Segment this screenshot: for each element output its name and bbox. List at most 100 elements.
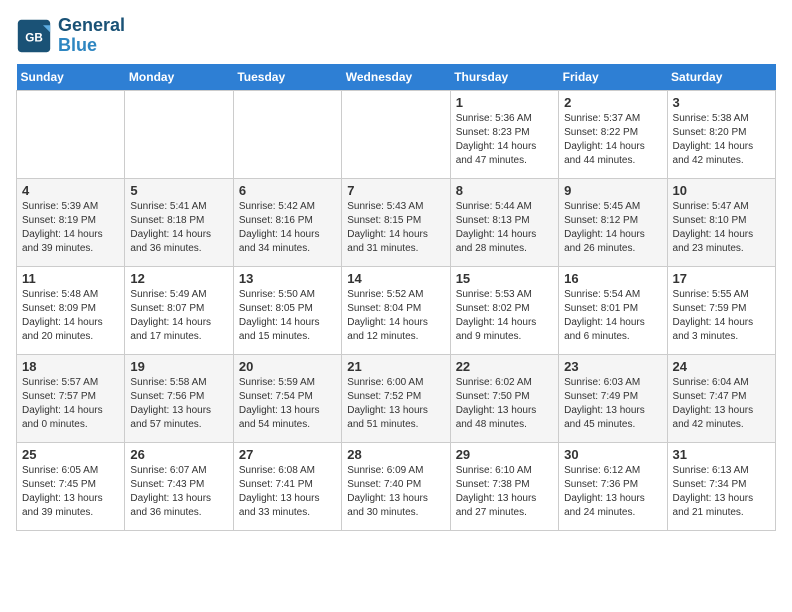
day-info: Sunrise: 5:47 AM Sunset: 8:10 PM Dayligh… bbox=[673, 200, 770, 256]
calendar-cell: 25Sunrise: 6:05 AM Sunset: 7:45 PM Dayli… bbox=[17, 442, 125, 530]
day-number: 1 bbox=[456, 95, 553, 110]
day-info: Sunrise: 6:02 AM Sunset: 7:50 PM Dayligh… bbox=[456, 376, 553, 432]
day-info: Sunrise: 5:53 AM Sunset: 8:02 PM Dayligh… bbox=[456, 288, 553, 344]
day-number: 19 bbox=[130, 359, 227, 374]
day-number: 11 bbox=[22, 271, 119, 286]
calendar-cell: 21 Sunrise: 6:00 AM Sunset: 7:52 PM Dayli… bbox=[342, 354, 450, 442]
day-number: 20 bbox=[239, 359, 336, 374]
day-number: 18 bbox=[22, 359, 119, 374]
calendar-cell: 23 Sunrise: 6:03 AM Sunset: 7:49 PM Dayli… bbox=[559, 354, 667, 442]
svg-text:GB: GB bbox=[25, 31, 43, 44]
day-header-thursday: Thursday bbox=[450, 64, 558, 91]
day-info: Sunrise: 6:04 AM Sunset: 7:47 PM Dayligh… bbox=[673, 376, 770, 432]
logo-icon: GB bbox=[16, 18, 52, 54]
day-number: 7 bbox=[347, 183, 444, 198]
day-info: Sunrise: 5:44 AM Sunset: 8:13 PM Dayligh… bbox=[456, 200, 553, 256]
day-number: 31 bbox=[673, 447, 770, 462]
calendar-cell bbox=[17, 90, 125, 178]
calendar-cell: 24 Sunrise: 6:04 AM Sunset: 7:47 PM Dayli… bbox=[667, 354, 775, 442]
day-number: 6 bbox=[239, 183, 336, 198]
calendar-header-row: SundayMondayTuesdayWednesdayThursdayFrid… bbox=[17, 64, 776, 91]
calendar-cell: 6 Sunrise: 5:42 AM Sunset: 8:16 PM Daylig… bbox=[233, 178, 341, 266]
day-info: Sunrise: 5:50 AM Sunset: 8:05 PM Dayligh… bbox=[239, 288, 336, 344]
day-header-saturday: Saturday bbox=[667, 64, 775, 91]
day-info: Sunrise: 5:39 AM Sunset: 8:19 PM Dayligh… bbox=[22, 200, 119, 256]
week-row-3: 11 Sunrise: 5:48 AM Sunset: 8:09 PM Dayli… bbox=[17, 266, 776, 354]
day-number: 2 bbox=[564, 95, 661, 110]
calendar-cell: 17 Sunrise: 5:55 AM Sunset: 7:59 PM Dayli… bbox=[667, 266, 775, 354]
calendar-cell: 8 Sunrise: 5:44 AM Sunset: 8:13 PM Daylig… bbox=[450, 178, 558, 266]
calendar-cell bbox=[233, 90, 341, 178]
day-number: 30 bbox=[564, 447, 661, 462]
calendar-cell: 31 Sunrise: 6:13 AM Sunset: 7:34 PM Dayli… bbox=[667, 442, 775, 530]
calendar-cell bbox=[125, 90, 233, 178]
day-number: 21 bbox=[347, 359, 444, 374]
calendar-cell: 29 Sunrise: 6:10 AM Sunset: 7:38 PM Dayli… bbox=[450, 442, 558, 530]
day-info: Sunrise: 5:41 AM Sunset: 8:18 PM Dayligh… bbox=[130, 200, 227, 256]
day-header-tuesday: Tuesday bbox=[233, 64, 341, 91]
calendar-cell: 12Sunrise: 5:49 AM Sunset: 8:07 PM Dayli… bbox=[125, 266, 233, 354]
logo: GB General Blue bbox=[16, 16, 125, 56]
day-info: Sunrise: 5:37 AM Sunset: 8:22 PM Dayligh… bbox=[564, 112, 661, 168]
calendar-cell: 28 Sunrise: 6:09 AM Sunset: 7:40 PM Dayli… bbox=[342, 442, 450, 530]
calendar-cell: 15 Sunrise: 5:53 AM Sunset: 8:02 PM Dayli… bbox=[450, 266, 558, 354]
logo-text: General Blue bbox=[58, 16, 125, 56]
day-info: Sunrise: 5:48 AM Sunset: 8:09 PM Dayligh… bbox=[22, 288, 119, 344]
calendar-cell: 16 Sunrise: 5:54 AM Sunset: 8:01 PM Dayli… bbox=[559, 266, 667, 354]
day-info: Sunrise: 5:55 AM Sunset: 7:59 PM Dayligh… bbox=[673, 288, 770, 344]
day-number: 14 bbox=[347, 271, 444, 286]
calendar-cell: 10Sunrise: 5:47 AM Sunset: 8:10 PM Dayli… bbox=[667, 178, 775, 266]
calendar: SundayMondayTuesdayWednesdayThursdayFrid… bbox=[16, 64, 776, 531]
day-info: Sunrise: 5:54 AM Sunset: 8:01 PM Dayligh… bbox=[564, 288, 661, 344]
calendar-cell: 11 Sunrise: 5:48 AM Sunset: 8:09 PM Dayli… bbox=[17, 266, 125, 354]
day-number: 28 bbox=[347, 447, 444, 462]
day-info: Sunrise: 6:09 AM Sunset: 7:40 PM Dayligh… bbox=[347, 464, 444, 520]
day-header-friday: Friday bbox=[559, 64, 667, 91]
day-info: Sunrise: 5:38 AM Sunset: 8:20 PM Dayligh… bbox=[673, 112, 770, 168]
week-row-5: 25Sunrise: 6:05 AM Sunset: 7:45 PM Dayli… bbox=[17, 442, 776, 530]
day-info: Sunrise: 6:08 AM Sunset: 7:41 PM Dayligh… bbox=[239, 464, 336, 520]
day-info: Sunrise: 5:52 AM Sunset: 8:04 PM Dayligh… bbox=[347, 288, 444, 344]
day-info: Sunrise: 6:13 AM Sunset: 7:34 PM Dayligh… bbox=[673, 464, 770, 520]
calendar-cell: 4 Sunrise: 5:39 AM Sunset: 8:19 PM Daylig… bbox=[17, 178, 125, 266]
calendar-cell bbox=[342, 90, 450, 178]
day-number: 16 bbox=[564, 271, 661, 286]
day-number: 4 bbox=[22, 183, 119, 198]
day-number: 29 bbox=[456, 447, 553, 462]
calendar-cell: 7 Sunrise: 5:43 AM Sunset: 8:15 PM Daylig… bbox=[342, 178, 450, 266]
day-info: Sunrise: 5:57 AM Sunset: 7:57 PM Dayligh… bbox=[22, 376, 119, 432]
calendar-cell: 3 Sunrise: 5:38 AM Sunset: 8:20 PM Daylig… bbox=[667, 90, 775, 178]
calendar-cell: 2 Sunrise: 5:37 AM Sunset: 8:22 PM Daylig… bbox=[559, 90, 667, 178]
day-info: Sunrise: 5:59 AM Sunset: 7:54 PM Dayligh… bbox=[239, 376, 336, 432]
day-info: Sunrise: 6:03 AM Sunset: 7:49 PM Dayligh… bbox=[564, 376, 661, 432]
day-number: 26 bbox=[130, 447, 227, 462]
day-number: 5 bbox=[130, 183, 227, 198]
day-number: 24 bbox=[673, 359, 770, 374]
day-info: Sunrise: 5:43 AM Sunset: 8:15 PM Dayligh… bbox=[347, 200, 444, 256]
day-number: 25 bbox=[22, 447, 119, 462]
week-row-4: 18 Sunrise: 5:57 AM Sunset: 7:57 PM Dayli… bbox=[17, 354, 776, 442]
day-info: Sunrise: 5:45 AM Sunset: 8:12 PM Dayligh… bbox=[564, 200, 661, 256]
day-number: 12 bbox=[130, 271, 227, 286]
day-number: 13 bbox=[239, 271, 336, 286]
calendar-cell: 9Sunrise: 5:45 AM Sunset: 8:12 PM Daylig… bbox=[559, 178, 667, 266]
calendar-cell: 30 Sunrise: 6:12 AM Sunset: 7:36 PM Dayli… bbox=[559, 442, 667, 530]
calendar-cell: 14 Sunrise: 5:52 AM Sunset: 8:04 PM Dayli… bbox=[342, 266, 450, 354]
week-row-1: 1 Sunrise: 5:36 AM Sunset: 8:23 PM Daylig… bbox=[17, 90, 776, 178]
calendar-cell: 13 Sunrise: 5:50 AM Sunset: 8:05 PM Dayli… bbox=[233, 266, 341, 354]
day-number: 3 bbox=[673, 95, 770, 110]
calendar-cell: 26Sunrise: 6:07 AM Sunset: 7:43 PM Dayli… bbox=[125, 442, 233, 530]
day-info: Sunrise: 5:42 AM Sunset: 8:16 PM Dayligh… bbox=[239, 200, 336, 256]
day-header-monday: Monday bbox=[125, 64, 233, 91]
day-info: Sunrise: 5:36 AM Sunset: 8:23 PM Dayligh… bbox=[456, 112, 553, 168]
page-header: GB General Blue bbox=[16, 16, 776, 56]
week-row-2: 4 Sunrise: 5:39 AM Sunset: 8:19 PM Daylig… bbox=[17, 178, 776, 266]
calendar-cell: 20 Sunrise: 5:59 AM Sunset: 7:54 PM Dayli… bbox=[233, 354, 341, 442]
day-info: Sunrise: 6:10 AM Sunset: 7:38 PM Dayligh… bbox=[456, 464, 553, 520]
day-number: 17 bbox=[673, 271, 770, 286]
day-number: 8 bbox=[456, 183, 553, 198]
day-number: 15 bbox=[456, 271, 553, 286]
day-info: Sunrise: 6:12 AM Sunset: 7:36 PM Dayligh… bbox=[564, 464, 661, 520]
day-info: Sunrise: 6:00 AM Sunset: 7:52 PM Dayligh… bbox=[347, 376, 444, 432]
day-number: 23 bbox=[564, 359, 661, 374]
